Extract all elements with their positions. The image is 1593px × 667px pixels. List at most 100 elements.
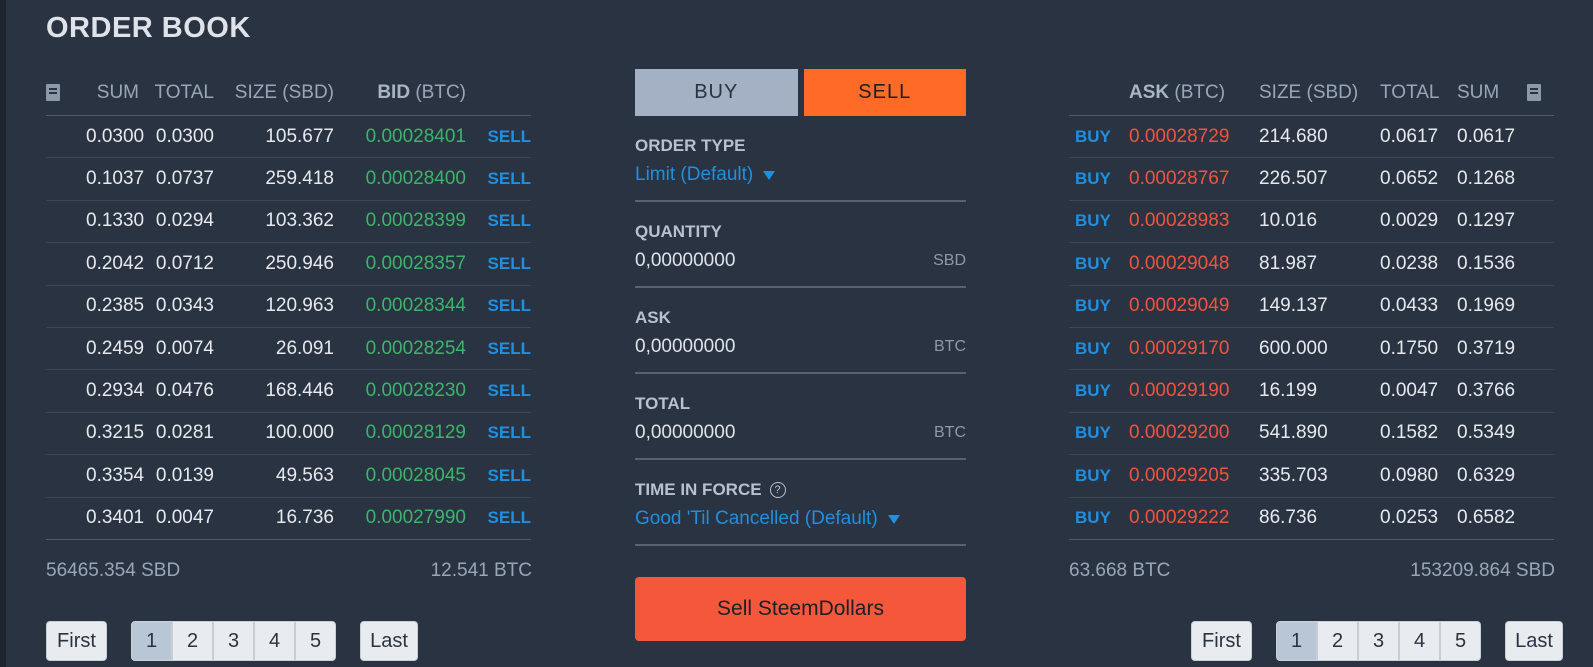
bids-rows: 0.0300 0.0300 105.677 0.00028401 SELL 0.1037 0… [46, 116, 531, 540]
ask-size: 10.016 [1259, 210, 1318, 232]
sell-tab[interactable]: SELL [803, 69, 966, 116]
bid-sum: 0.1330 [86, 210, 145, 232]
asks-table: ASK (BTC) SIZE (SBD) TOTAL SUM BUY 0.0002… [1069, 70, 1554, 540]
ask-price[interactable]: 0.00029049 [1129, 295, 1259, 317]
ask-price[interactable]: 0.00028983 [1129, 210, 1259, 232]
pager-last-button[interactable]: Last [360, 621, 418, 661]
buy-link[interactable]: BUY [1069, 254, 1129, 274]
quantity-input[interactable]: 0,00000000 SBD [635, 250, 966, 272]
pager-page-button[interactable]: 5 [1440, 621, 1481, 661]
pager-page-button[interactable]: 2 [172, 621, 213, 661]
pager-pages: 12345 [131, 621, 336, 661]
ask-price[interactable]: 0.00028729 [1129, 126, 1259, 148]
asks-rows: BUY 0.00028729 214.680 0.0617 0.0617 BUY 0.000… [1069, 116, 1554, 540]
sell-link[interactable]: SELL [466, 508, 531, 528]
sell-link[interactable]: SELL [466, 127, 531, 147]
ask-size: 149.137 [1259, 295, 1328, 317]
bid-price[interactable]: 0.00028344 [334, 295, 466, 317]
buy-link[interactable]: BUY [1069, 466, 1129, 486]
pager-first-button[interactable]: First [46, 621, 107, 661]
bid-price[interactable]: 0.00028401 [334, 126, 466, 148]
sell-link[interactable]: SELL [466, 423, 531, 443]
table-row: 0.1037 0.0737 259.418 0.00028400 SELL [46, 158, 531, 201]
pager-page-button[interactable]: 1 [131, 621, 172, 661]
ask-price[interactable]: 0.00028767 [1129, 168, 1259, 190]
bid-price[interactable]: 0.00028254 [334, 338, 466, 360]
bid-sum: 0.3401 [86, 507, 145, 529]
receipt-icon[interactable] [1527, 84, 1541, 101]
total-input[interactable]: 0,00000000 BTC [635, 422, 966, 444]
bid-sum: 0.0300 [86, 125, 145, 147]
pager-last-button[interactable]: Last [1505, 621, 1563, 661]
table-row: 0.3215 0.0281 100.000 0.00028129 SELL [46, 413, 531, 456]
bid-price[interactable]: 0.00028045 [334, 465, 466, 487]
bid-size: 259.418 [265, 168, 334, 190]
buy-link[interactable]: BUY [1069, 211, 1129, 231]
ask-price[interactable]: 0.00029190 [1129, 380, 1259, 402]
ask-price[interactable]: 0.00029170 [1129, 338, 1259, 360]
pager-page-button[interactable]: 1 [1276, 621, 1317, 661]
buy-link[interactable]: BUY [1069, 381, 1129, 401]
bid-price[interactable]: 0.00028357 [334, 253, 466, 275]
pager-page-button[interactable]: 2 [1317, 621, 1358, 661]
sell-link[interactable]: SELL [466, 169, 531, 189]
ask-sum: 0.0617 [1457, 125, 1516, 147]
sell-link[interactable]: SELL [466, 466, 531, 486]
time-in-force-field: TIME IN FORCE ? Good 'Til Cancelled (Def… [635, 460, 966, 546]
buy-link[interactable]: BUY [1069, 339, 1129, 359]
bid-price[interactable]: 0.00027990 [334, 507, 466, 529]
header-size: SIZE (SBD) [1259, 81, 1359, 103]
ask-sum: 0.6582 [1457, 507, 1516, 529]
table-row: BUY 0.00028767 226.507 0.0652 0.1268 [1069, 158, 1554, 201]
pager-page-button[interactable]: 4 [254, 621, 295, 661]
bid-price[interactable]: 0.00028129 [334, 422, 466, 444]
buy-tab[interactable]: BUY [635, 69, 798, 116]
table-row: 0.3354 0.0139 49.563 0.00028045 SELL [46, 455, 531, 498]
sell-link[interactable]: SELL [466, 211, 531, 231]
table-row: BUY 0.00029049 149.137 0.0433 0.1969 [1069, 286, 1554, 328]
ask-price[interactable]: 0.00029048 [1129, 253, 1259, 275]
ask-price[interactable]: 0.00029200 [1129, 422, 1259, 444]
bid-size: 250.946 [265, 252, 334, 274]
sell-link[interactable]: SELL [466, 254, 531, 274]
sell-link[interactable]: SELL [466, 339, 531, 359]
pager-page-button[interactable]: 4 [1399, 621, 1440, 661]
ask-input[interactable]: 0,00000000 BTC [635, 336, 966, 358]
buy-link[interactable]: BUY [1069, 508, 1129, 528]
ask-sum: 0.3766 [1457, 380, 1516, 402]
bid-price[interactable]: 0.00028230 [334, 380, 466, 402]
buy-link[interactable]: BUY [1069, 296, 1129, 316]
pager-page-button[interactable]: 3 [1358, 621, 1399, 661]
ask-size: 541.890 [1259, 422, 1328, 444]
ask-sum: 0.3719 [1457, 337, 1516, 359]
order-type-select[interactable]: Limit (Default) [635, 164, 966, 186]
ask-price[interactable]: 0.00029205 [1129, 465, 1259, 487]
buy-link[interactable]: BUY [1069, 127, 1129, 147]
bid-sum: 0.2459 [86, 337, 145, 359]
ask-total: 0.0238 [1380, 252, 1439, 274]
ask-unit: BTC [934, 338, 966, 355]
ask-total: 0.0253 [1380, 507, 1439, 529]
header-bid: BID (BTC) [377, 81, 466, 103]
time-in-force-select[interactable]: Good 'Til Cancelled (Default) [635, 508, 966, 530]
bid-price[interactable]: 0.00028399 [334, 210, 466, 232]
pager-page-button[interactable]: 3 [213, 621, 254, 661]
receipt-icon[interactable] [46, 84, 60, 101]
help-icon[interactable]: ? [769, 482, 786, 498]
buy-sell-toggle: BUY SELL [635, 69, 966, 116]
sell-link[interactable]: SELL [466, 296, 531, 316]
buy-link[interactable]: BUY [1069, 169, 1129, 189]
ask-sum: 0.1536 [1457, 252, 1516, 274]
sell-submit-button[interactable]: Sell SteemDollars [635, 577, 966, 641]
sell-link[interactable]: SELL [466, 381, 531, 401]
ask-sum: 0.1969 [1457, 295, 1516, 317]
header-total: TOTAL [1380, 81, 1440, 103]
buy-link[interactable]: BUY [1069, 423, 1129, 443]
pager-first-button[interactable]: First [1191, 621, 1252, 661]
pager-page-button[interactable]: 5 [295, 621, 336, 661]
bid-sum: 0.2385 [86, 295, 145, 317]
ask-price[interactable]: 0.00029222 [1129, 507, 1259, 529]
pager-pages: 12345 [1276, 621, 1481, 661]
bid-price[interactable]: 0.00028400 [334, 168, 466, 190]
order-form: BUY SELL ORDER TYPE Limit (Default) QUAN… [635, 69, 966, 641]
